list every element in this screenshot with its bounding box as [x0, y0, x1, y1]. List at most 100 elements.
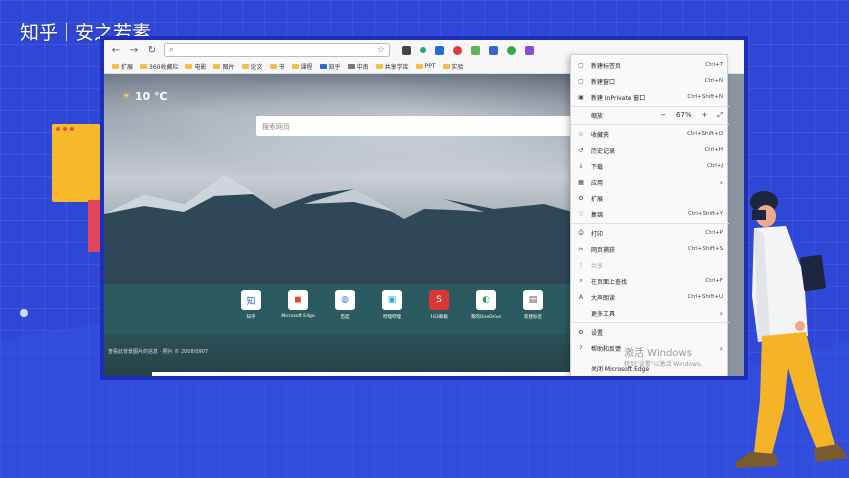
- menu-item-read-aloud[interactable]: A 大声朗读 Ctrl+Shift+U: [571, 289, 729, 305]
- extension-icon[interactable]: [489, 45, 498, 55]
- refresh-icon[interactable]: ↻: [146, 45, 158, 56]
- settings-menu: ▢ 新建标签页 Ctrl+T ▢ 新建窗口 Ctrl+N ▣ 新建 InPrivate 窗…: [570, 54, 729, 376]
- menu-item-print[interactable]: ⎙ 打印 Ctrl+P: [571, 225, 729, 241]
- extension-icon[interactable]: [435, 45, 444, 55]
- chevron-right-icon: ›: [719, 308, 723, 318]
- bookmark[interactable]: 论文: [241, 62, 263, 71]
- zoom-in-button[interactable]: +: [702, 111, 708, 119]
- print-icon: ⎙: [578, 229, 584, 236]
- menu-item-close-edge[interactable]: 关闭 Microsoft Edge: [571, 360, 729, 376]
- folder-icon: [112, 64, 119, 69]
- tile-icon: ◍: [335, 290, 355, 310]
- extension-icons: [402, 45, 534, 55]
- menu-item-settings[interactable]: ⚙ 设置: [571, 324, 729, 340]
- folder-icon: [291, 64, 299, 69]
- extension-icon[interactable]: [453, 45, 462, 55]
- bookmark[interactable]: 扩展: [112, 62, 133, 71]
- menu-separator: [571, 322, 729, 323]
- tile-label: 我的OneDrive: [470, 315, 502, 320]
- globe-icon: [347, 64, 355, 69]
- decorative-red-bar: [88, 200, 100, 252]
- extension-icon[interactable]: [525, 45, 534, 55]
- menu-separator: [571, 223, 729, 224]
- folder-icon: [213, 64, 221, 69]
- weather-widget[interactable]: ☀ 10 ℃: [122, 90, 167, 103]
- watermark-brand: 知乎: [20, 22, 59, 44]
- bookmark[interactable]: 图片: [213, 62, 235, 71]
- search-icon: ⌕: [169, 45, 175, 55]
- back-icon[interactable]: ←: [110, 45, 122, 56]
- menu-item-web-capture[interactable]: ✂ 网页捕获 Ctrl+Shift+S: [571, 241, 729, 257]
- menu-item-collections[interactable]: ♡ 集锦 Ctrl+Shift+Y: [571, 206, 729, 222]
- search-input[interactable]: 搜索网页: [256, 116, 572, 136]
- folder-icon: [375, 64, 383, 69]
- address-bar[interactable]: ⌕ ☆: [164, 43, 390, 57]
- menu-item-more-tools[interactable]: 更多工具 ›: [571, 305, 729, 321]
- fullscreen-icon[interactable]: ⤢: [717, 111, 723, 120]
- menu-item-history[interactable]: ↺ 历史记录 Ctrl+H: [571, 142, 729, 158]
- bookmark[interactable]: 共享学库: [375, 62, 409, 71]
- photo-credit[interactable]: 查看此背景图片的信息 · 照片 © 2008/0907: [108, 348, 208, 355]
- sun-cloud-icon: ☀: [122, 91, 131, 102]
- quick-link-tile[interactable]: ▤ 新建标签: [518, 290, 548, 320]
- quick-link-tile[interactable]: ◐ 我的OneDrive: [471, 290, 501, 320]
- bookmark[interactable]: 课程: [291, 62, 313, 71]
- extension-icon[interactable]: [471, 45, 480, 55]
- zoom-out-button[interactable]: −: [660, 111, 666, 119]
- character-illustration: [736, 191, 848, 468]
- folder-icon: [241, 64, 249, 69]
- favorites-icon: ☆: [578, 130, 584, 138]
- weather-temp: 10 ℃: [134, 90, 168, 103]
- gear-icon: ⚙: [578, 328, 584, 336]
- help-icon: ?: [579, 344, 583, 352]
- tile-label: 163邮箱: [430, 315, 448, 320]
- bookmark[interactable]: PPT: [415, 63, 436, 70]
- folder-icon: [269, 64, 277, 69]
- bookmark[interactable]: 实验: [442, 62, 464, 71]
- tile-label: 百度: [340, 315, 350, 320]
- menu-item-inprivate[interactable]: ▣ 新建 InPrivate 窗口 Ctrl+Shift+N: [571, 89, 729, 105]
- extensions-icon: ⚙: [578, 194, 584, 202]
- menu-item-downloads[interactable]: ⤓ 下载 Ctrl+J: [571, 158, 729, 174]
- quick-link-tile[interactable]: ▣ 哔哩哔哩: [377, 290, 407, 320]
- favorite-star-icon[interactable]: ☆: [377, 45, 385, 55]
- quick-link-tile[interactable]: S 163邮箱: [424, 290, 454, 320]
- tile-icon: ▣: [382, 290, 402, 310]
- menu-item-extensions[interactable]: ⚙ 扩展: [571, 190, 729, 206]
- menu-item-new-tab[interactable]: ▢ 新建标签页 Ctrl+T: [571, 57, 729, 73]
- news-feed-strip: [152, 372, 572, 376]
- bookmark[interactable]: 中南: [347, 62, 369, 71]
- menu-separator: [571, 124, 729, 125]
- bookmark[interactable]: 知乎: [319, 62, 341, 71]
- extension-icon[interactable]: [402, 45, 411, 55]
- bookmark[interactable]: 书: [269, 62, 285, 71]
- tile-label: 哔哩哔哩: [383, 315, 401, 320]
- menu-item-zoom: 缩放 − 67% + ⤢: [591, 110, 723, 120]
- menu-item-find[interactable]: ⌕ 在页面上查找 Ctrl+F: [571, 273, 729, 289]
- extension-icon[interactable]: [420, 47, 426, 53]
- bookmark[interactable]: 360收藏栏: [140, 62, 178, 71]
- new-tab-page: ☀ 10 ℃ 搜索网页 知知乎 ◼ Microsoft Edge ◍ 百度 ▣ 哔哩哔…: [104, 74, 572, 376]
- menu-item-new-window[interactable]: ▢ 新建窗口 Ctrl+N: [571, 73, 729, 89]
- tile-icon: ◐: [476, 290, 496, 310]
- quick-link-tile[interactable]: 知知乎: [236, 290, 266, 320]
- folder-icon: [442, 64, 450, 69]
- chevron-right-icon: ›: [719, 177, 723, 187]
- tile-icon: S: [429, 290, 449, 310]
- quick-link-tile[interactable]: ◼ Microsoft Edge: [281, 290, 315, 320]
- quick-links: 知知乎 ◼ Microsoft Edge ◍ 百度 ▣ 哔哩哔哩 S 163邮箱 ◐ 我的…: [236, 290, 548, 320]
- folder-icon: [185, 64, 193, 69]
- folder-icon: [140, 64, 148, 69]
- forward-icon[interactable]: →: [128, 45, 140, 56]
- search-placeholder: 搜索网页: [262, 123, 290, 131]
- quick-link-tile[interactable]: ◍ 百度: [330, 290, 360, 320]
- bookmark[interactable]: 电影: [185, 62, 206, 71]
- download-icon: ⤓: [579, 162, 583, 169]
- menu-item-apps[interactable]: ▦ 应用 ›: [571, 174, 729, 190]
- tile-icon: 知: [241, 290, 261, 310]
- tile-icon: ▤: [523, 290, 543, 310]
- menu-item-favorites[interactable]: ☆ 收藏夹 Ctrl+Shift+O: [571, 126, 729, 142]
- menu-item-help[interactable]: ? 帮助和反馈 ›: [571, 340, 729, 356]
- extension-icon[interactable]: [507, 45, 516, 55]
- folder-icon: [415, 64, 423, 69]
